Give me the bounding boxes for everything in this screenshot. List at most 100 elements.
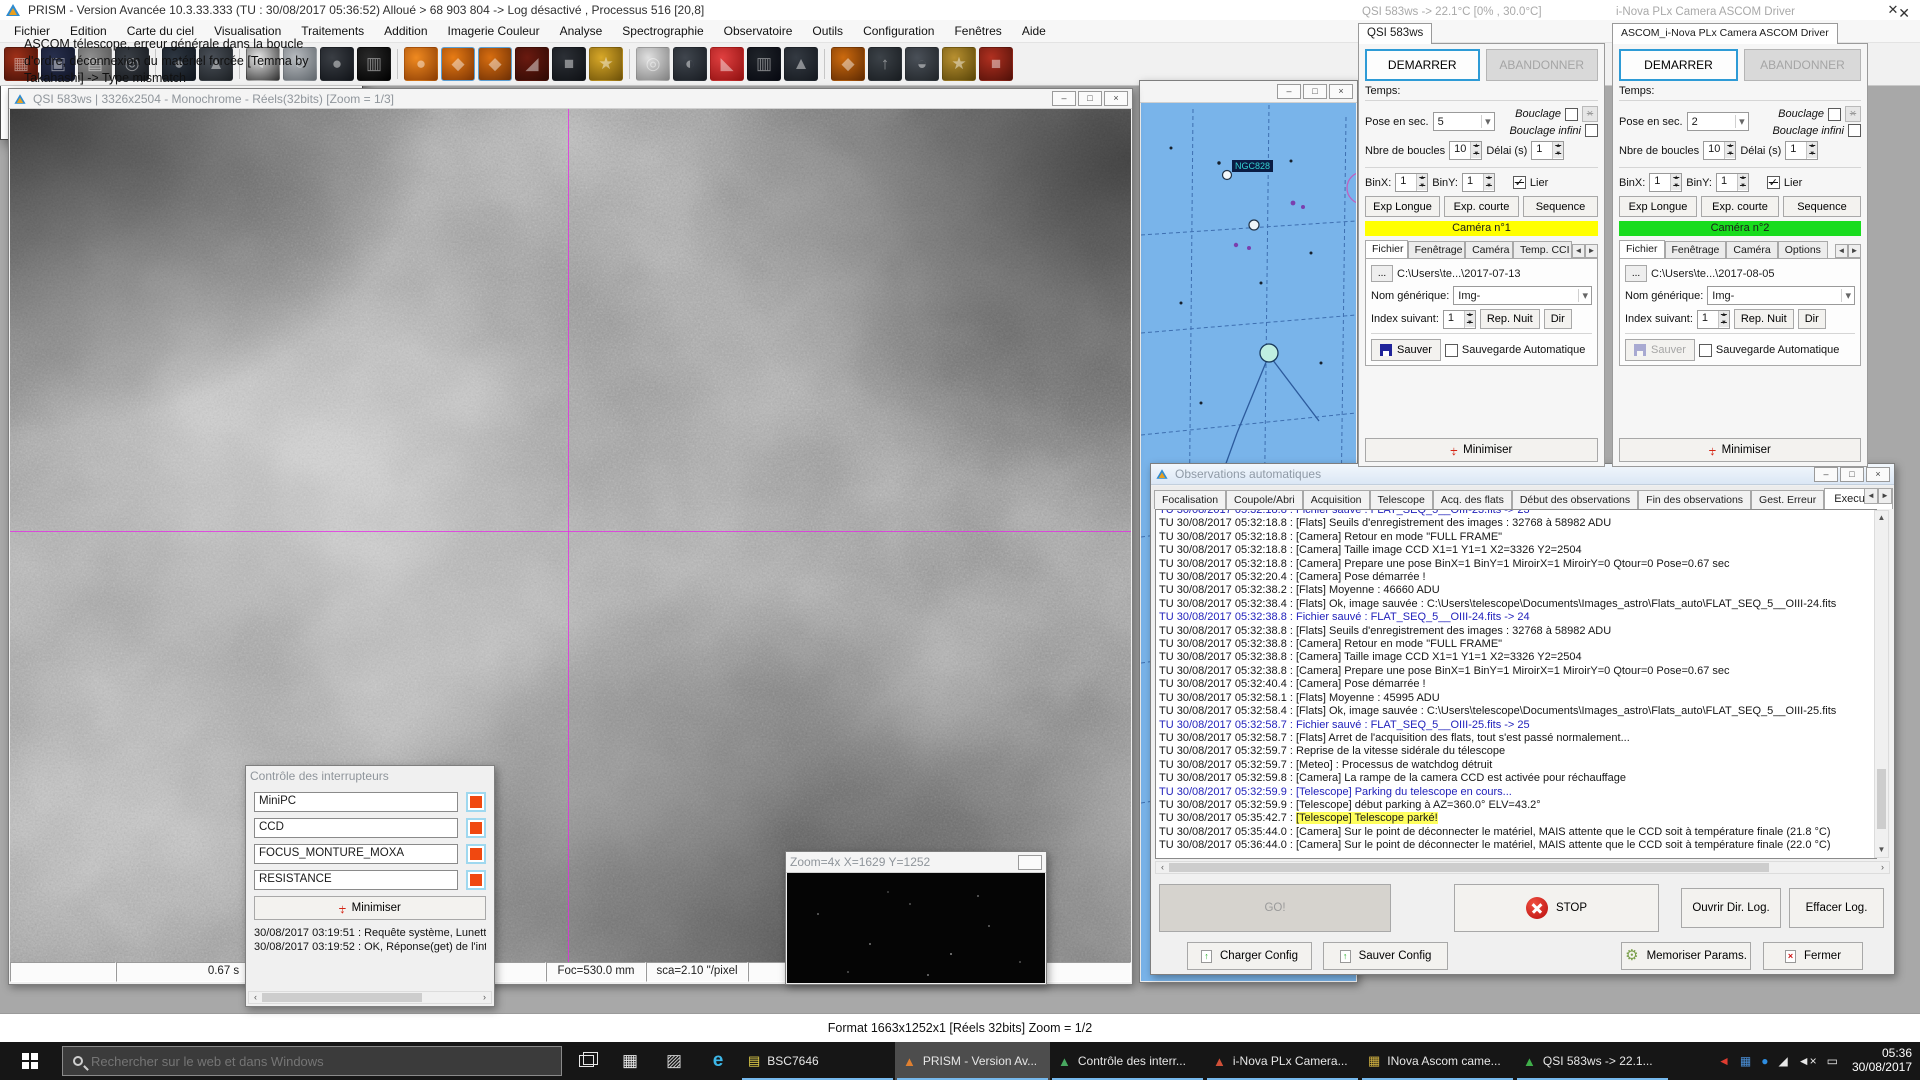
calculator-icon[interactable]: ▦ xyxy=(608,1042,652,1080)
dir-button[interactable]: Dir xyxy=(1798,309,1826,329)
camera-tab[interactable]: QSI 583ws xyxy=(1358,23,1432,44)
histogram-icon[interactable]: ▥ xyxy=(357,47,391,81)
maximize-icon[interactable]: □ xyxy=(1303,84,1327,99)
up-icon[interactable]: ▲ xyxy=(1719,311,1729,319)
start-button[interactable]: DEMARRER xyxy=(1365,49,1480,81)
donut-icon[interactable]: ◎ xyxy=(636,47,670,81)
minimize-icon[interactable]: – xyxy=(1814,467,1838,482)
down-icon[interactable]: ▼ xyxy=(1725,150,1735,158)
file-tab-fichier[interactable]: Fichier xyxy=(1619,240,1665,258)
task-view-button[interactable] xyxy=(564,1042,608,1080)
window-button[interactable] xyxy=(1018,855,1042,870)
long-exposure-button[interactable]: Exp Longue xyxy=(1365,196,1440,217)
menu-observatoire[interactable]: Observatoire xyxy=(714,20,803,42)
menu-fen-tres[interactable]: Fenêtres xyxy=(944,20,1011,42)
tab-scroll-left-icon[interactable]: ◄ xyxy=(1572,244,1585,258)
minimize-panel-button[interactable]: ↓Minimiser xyxy=(1365,438,1598,462)
observations-log[interactable]: TU 30/08/2017 05:32:18.8 : Fichier sauvé… xyxy=(1155,509,1877,859)
scroll-left-icon[interactable]: ‹ xyxy=(1156,862,1169,873)
observatory-dome-icon[interactable]: ◐ xyxy=(673,47,707,81)
chevron-down-icon[interactable]: ▾ xyxy=(1578,289,1591,302)
menu-analyse[interactable]: Analyse xyxy=(550,20,613,42)
down-icon[interactable]: ▼ xyxy=(1671,182,1681,190)
photos-icon[interactable]: ▨ xyxy=(652,1042,696,1080)
generic-name-select[interactable]: Img-▾ xyxy=(1453,286,1592,305)
tab-scroll-left-icon[interactable]: ◄ xyxy=(1864,488,1878,504)
cancel-loop-button[interactable]: × xyxy=(1845,106,1861,122)
menu-configuration[interactable]: Configuration xyxy=(853,20,944,42)
switch-window-titlebar[interactable]: Contrôle des interrupteurs xyxy=(246,766,494,786)
tab-acquisition[interactable]: Acquisition xyxy=(1303,490,1370,509)
loops-stepper[interactable]: 10▲▼ xyxy=(1449,141,1482,160)
tab-telescope[interactable]: Telescope xyxy=(1370,490,1433,509)
file-tab-fichier[interactable]: Fichier xyxy=(1365,240,1408,258)
tab-d-but-des-observations[interactable]: Début des observations xyxy=(1512,490,1638,509)
loops-stepper[interactable]: 10▲▼ xyxy=(1703,141,1736,160)
delay-stepper[interactable]: 1▲▼ xyxy=(1531,141,1564,160)
tab-scroll-right-icon[interactable]: ► xyxy=(1878,488,1892,504)
taskbar-app-bsc7646[interactable]: ▤ BSC7646 xyxy=(740,1042,895,1080)
menu-addition[interactable]: Addition xyxy=(374,20,437,42)
chevron-down-icon[interactable]: ▾ xyxy=(1735,115,1748,128)
minimize-panel-button[interactable]: ↓Minimiser xyxy=(1619,438,1861,462)
tab-focalisation[interactable]: Focalisation xyxy=(1154,490,1226,509)
menu-spectrographie[interactable]: Spectrographie xyxy=(612,20,713,42)
down-icon[interactable]: ▼ xyxy=(1465,319,1475,327)
observations-titlebar[interactable]: Observations automatiques – □ × xyxy=(1151,464,1894,485)
open-log-dir-button[interactable]: Ouvrir Dir. Log. xyxy=(1681,888,1781,928)
camera-tab[interactable]: ASCOM_i-Nova PLx Camera ASCOM Driver xyxy=(1612,23,1838,44)
down-icon[interactable]: ▼ xyxy=(1553,150,1563,158)
save-button[interactable]: Sauver xyxy=(1625,339,1695,361)
go-button[interactable]: GO! xyxy=(1159,884,1391,932)
close-window-button[interactable]: × Fermer xyxy=(1763,942,1863,970)
autosave-checkbox[interactable] xyxy=(1445,344,1458,357)
browse-button[interactable]: ... xyxy=(1625,265,1647,282)
up-icon[interactable]: ▲ xyxy=(1484,174,1494,182)
binx-stepper[interactable]: 1▲▼ xyxy=(1395,173,1428,192)
chevron-down-icon[interactable]: ▾ xyxy=(1481,115,1494,128)
search-input[interactable] xyxy=(91,1054,521,1069)
up-icon[interactable]: ▲ xyxy=(1807,142,1817,150)
switch-toggle-button[interactable] xyxy=(466,870,486,890)
down-icon[interactable]: ▼ xyxy=(1807,150,1817,158)
file-tab-fen-trage[interactable]: Fenêtrage xyxy=(1665,241,1727,258)
save-button[interactable]: Sauver xyxy=(1371,339,1441,361)
switch-name-field[interactable]: MiniPC xyxy=(254,792,458,812)
short-exposure-button[interactable]: Exp. courte xyxy=(1701,196,1779,217)
chevron-down-icon[interactable]: ▾ xyxy=(1841,289,1854,302)
horizontal-scrollbar[interactable]: ‹ › xyxy=(248,991,492,1004)
minimize-icon[interactable]: – xyxy=(1052,91,1076,106)
tab-scroll-right-icon[interactable]: ► xyxy=(1848,244,1861,258)
browse-button[interactable]: ... xyxy=(1371,265,1393,282)
start-button[interactable] xyxy=(0,1042,60,1080)
cancel-loop-button[interactable]: × xyxy=(1582,106,1598,122)
abort-button[interactable]: ABANDONNER xyxy=(1486,49,1599,81)
abort-button[interactable]: ABANDONNER xyxy=(1744,49,1861,81)
next-index-stepper[interactable]: 1▲▼ xyxy=(1443,310,1476,329)
screen-icon[interactable]: ▥ xyxy=(747,47,781,81)
maximize-icon[interactable]: □ xyxy=(1840,467,1864,482)
horizontal-scrollbar[interactable]: ‹ › xyxy=(1155,861,1890,874)
clear-log-button[interactable]: Effacer Log. xyxy=(1789,888,1884,928)
sequence-button[interactable]: Sequence xyxy=(1783,196,1861,217)
ccd-camera-icon[interactable]: ◆ xyxy=(441,47,475,81)
file-tab-options[interactable]: Options xyxy=(1778,241,1828,258)
start-button[interactable]: DEMARRER xyxy=(1619,49,1738,81)
scrollbar-thumb[interactable] xyxy=(1877,769,1886,829)
menu-aide[interactable]: Aide xyxy=(1012,20,1056,42)
loop-infinite-checkbox[interactable] xyxy=(1585,124,1598,137)
scroll-up-icon[interactable]: ▲ xyxy=(1875,511,1888,525)
volume-alert-icon[interactable]: ◄ xyxy=(1718,1054,1730,1068)
up-icon[interactable]: ▲ xyxy=(1465,311,1475,319)
app-grid-icon[interactable]: ▦ xyxy=(1740,1054,1751,1068)
switch-toggle-button[interactable] xyxy=(466,792,486,812)
scrollbar-thumb[interactable] xyxy=(262,993,422,1002)
generic-name-select[interactable]: Img-▾ xyxy=(1707,286,1855,305)
sequence-button[interactable]: Sequence xyxy=(1523,196,1598,217)
stop-button[interactable]: STOP xyxy=(1454,884,1659,932)
night-dir-button[interactable]: Rep. Nuit xyxy=(1480,309,1540,329)
taskbar-app-contr-le-des-interr[interactable]: ▲ Contrôle des interr... xyxy=(1050,1042,1205,1080)
exposure-select[interactable]: 5▾ xyxy=(1433,112,1495,131)
taskbar-app-qsi-583ws-22-1[interactable]: ▲ QSI 583ws -> 22.1... xyxy=(1515,1042,1670,1080)
scrollbar-thumb[interactable] xyxy=(1169,863,1769,872)
